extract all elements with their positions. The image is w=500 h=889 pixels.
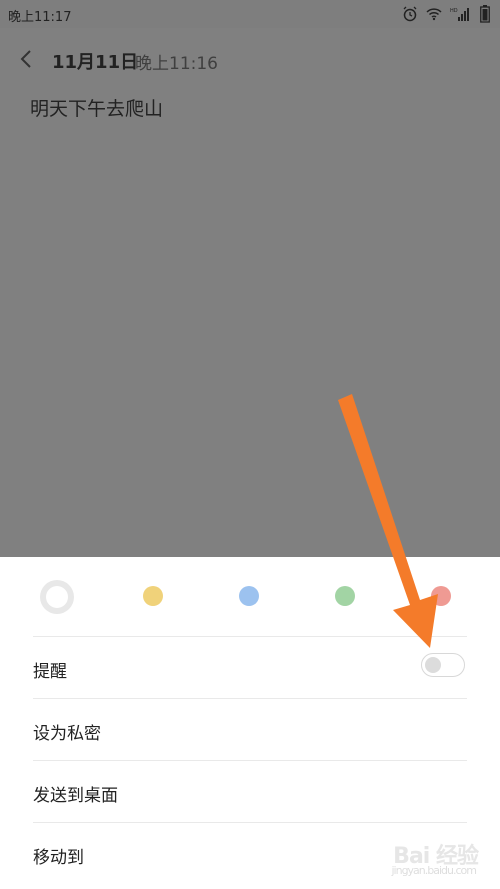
toggle-knob — [425, 657, 441, 673]
reminder-toggle[interactable] — [421, 653, 465, 677]
color-option-yellow[interactable] — [143, 586, 163, 606]
watermark-url: jingyan.baidu.com — [391, 864, 477, 877]
menu-item-label: 移动到 — [33, 848, 84, 868]
alarm-icon — [402, 6, 418, 22]
status-bar: 晚上11:17 HD — [0, 0, 500, 28]
back-button[interactable] — [16, 48, 38, 70]
watermark-logo: Bai 经验 jingyan.baidu.com — [391, 838, 479, 877]
chevron-left-icon — [20, 50, 31, 68]
status-icons: HD — [402, 4, 490, 24]
color-option-blue[interactable] — [239, 586, 259, 606]
battery-icon — [480, 5, 490, 23]
color-option-green[interactable] — [335, 586, 355, 606]
note-time: 晚上11:16 — [135, 54, 218, 74]
note-header: 11月11日 晚上11:16 — [0, 40, 500, 80]
color-option-red[interactable] — [431, 586, 451, 606]
menu-item-send-to-desktop[interactable]: 发送到桌面 — [33, 760, 467, 822]
status-time: 晚上11:17 — [8, 10, 72, 25]
menu-item-set-private[interactable]: 设为私密 — [33, 698, 467, 760]
menu-item-label: 发送到桌面 — [33, 786, 118, 806]
wifi-icon — [426, 7, 442, 21]
svg-text:HD: HD — [450, 8, 458, 14]
note-date: 11月11日 — [52, 52, 139, 73]
note-content[interactable]: 明天下午去爬山 — [30, 94, 163, 121]
color-picker — [0, 557, 500, 637]
hd-signal-icon: HD — [450, 6, 472, 22]
menu-item-label: 设为私密 — [33, 724, 101, 744]
menu-item-label: 提醒 — [33, 662, 67, 682]
menu-item-reminder[interactable]: 提醒 — [33, 636, 467, 698]
color-option-white[interactable] — [40, 580, 74, 614]
